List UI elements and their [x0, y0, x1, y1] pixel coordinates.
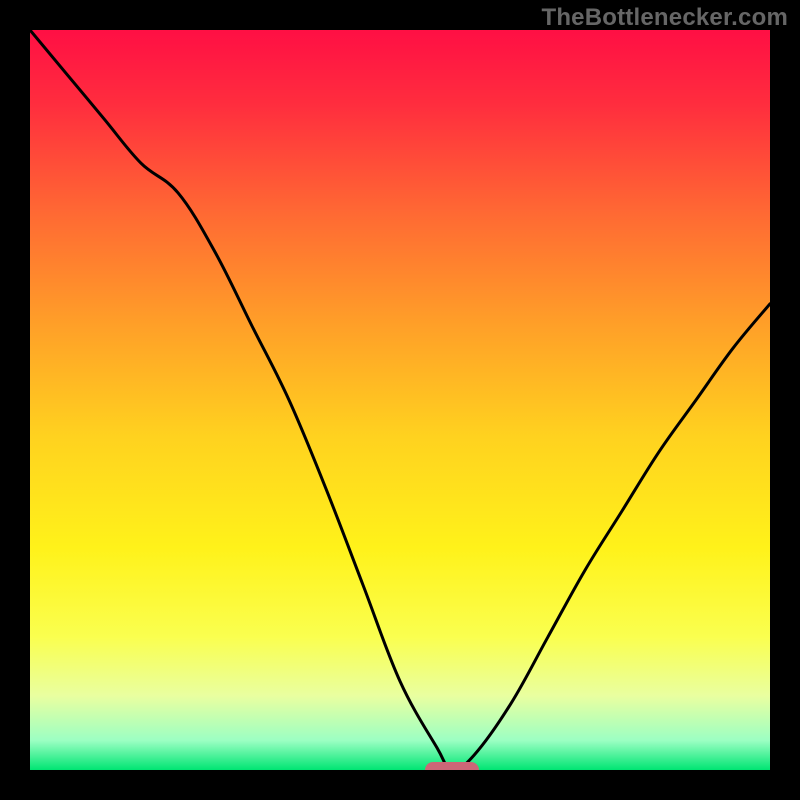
watermark-text: TheBottlenecker.com [541, 4, 788, 32]
plot-area [30, 30, 770, 770]
chart-frame: TheBottlenecker.com [0, 0, 800, 800]
plot-svg [30, 30, 770, 770]
gradient-background [30, 30, 770, 770]
minimum-marker [425, 762, 479, 770]
